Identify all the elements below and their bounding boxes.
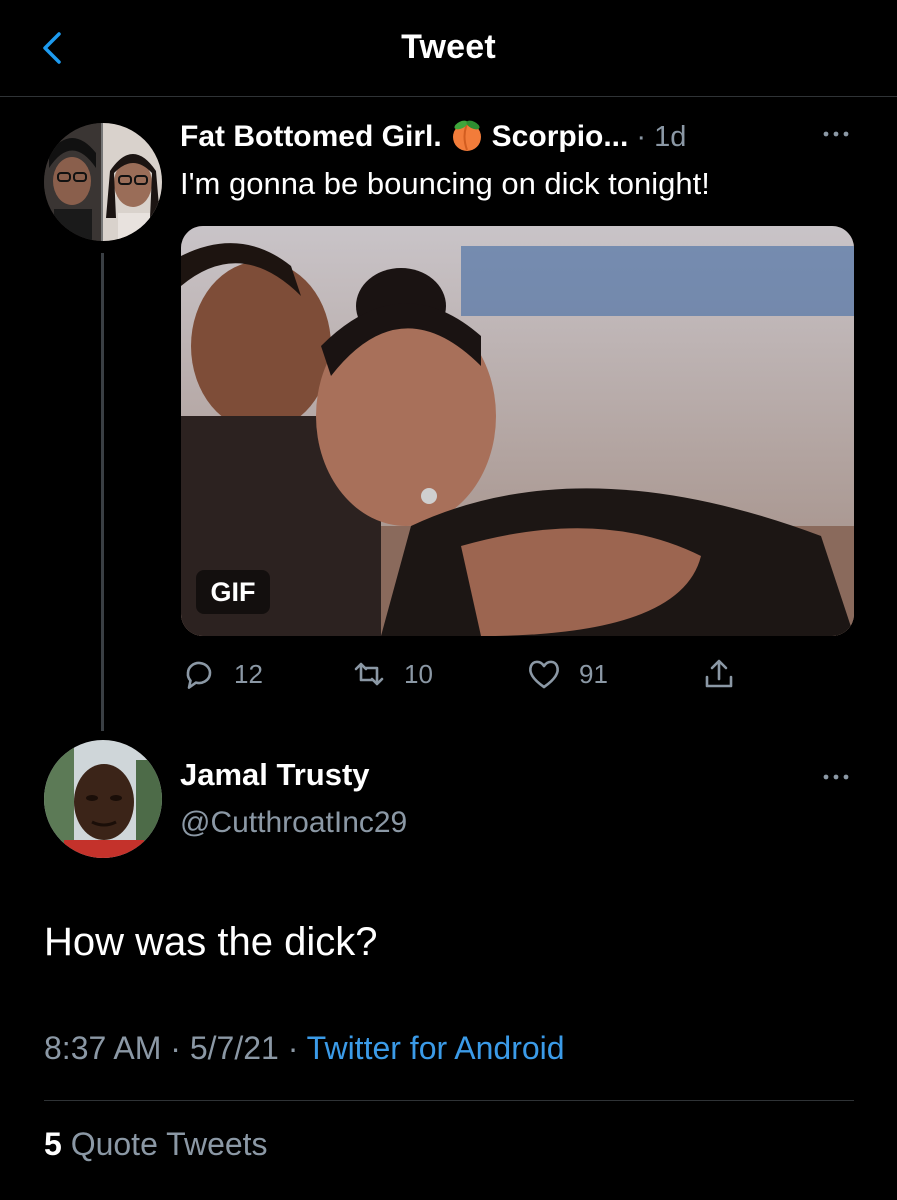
meta-separator: · xyxy=(161,1030,190,1066)
parent-tweet-header[interactable]: Fat Bottomed Girl. Scorpio... · 1d xyxy=(180,118,686,154)
reply-count: 12 xyxy=(234,658,263,689)
like-count: 91 xyxy=(579,658,608,689)
parent-tweet-gif[interactable] xyxy=(181,226,854,636)
peach-emoji-icon xyxy=(452,120,481,151)
reply-icon xyxy=(186,661,212,689)
main-more-button[interactable] xyxy=(818,765,854,789)
parent-more-button[interactable] xyxy=(818,122,854,146)
stats-divider xyxy=(44,1100,854,1101)
time-separator: · xyxy=(628,121,655,153)
quote-tweets-link[interactable]: 5 Quote Tweets xyxy=(44,1126,268,1163)
tweet-time: 8:37 AM xyxy=(44,1030,162,1066)
parent-tweet-text: I'm gonna be bouncing on dick tonight! xyxy=(180,166,710,201)
main-handle[interactable]: @CutthroatInc29 xyxy=(180,806,407,840)
share-icon xyxy=(705,659,733,688)
main-tweet-meta: 8:37 AM · 5/7/21 · Twitter for Android xyxy=(44,1030,565,1067)
main-tweet-text: How was the dick? xyxy=(44,920,378,964)
reply-button[interactable]: 12 xyxy=(180,652,263,696)
retweet-icon xyxy=(354,662,384,686)
retweet-button[interactable]: 10 xyxy=(350,652,433,696)
retweet-count: 10 xyxy=(404,658,433,689)
more-horizontal-icon xyxy=(823,131,849,137)
tweet-date: 5/7/21 xyxy=(189,1030,279,1066)
parent-tweet-avatar[interactable] xyxy=(44,123,162,241)
parent-display-name-end: Scorpio... xyxy=(491,120,629,153)
header-divider xyxy=(0,96,897,97)
quote-label: Quote Tweets xyxy=(61,1126,268,1162)
meta-separator: · xyxy=(278,1030,307,1066)
page-title: Tweet xyxy=(401,28,496,66)
quote-count: 5 xyxy=(44,1126,62,1162)
more-horizontal-icon xyxy=(823,774,849,780)
share-button[interactable] xyxy=(700,652,754,696)
gif-badge: GIF xyxy=(196,570,270,614)
parent-tweet-time: 1d xyxy=(654,121,687,153)
heart-icon xyxy=(529,660,559,689)
thread-connector-line xyxy=(101,253,104,731)
main-display-name[interactable]: Jamal Trusty xyxy=(180,757,370,793)
tweet-source-link[interactable]: Twitter for Android xyxy=(307,1030,565,1066)
parent-display-name-start: Fat Bottomed Girl. xyxy=(180,120,442,153)
like-button[interactable]: 91 xyxy=(525,652,608,696)
main-tweet-avatar[interactable] xyxy=(44,740,162,858)
